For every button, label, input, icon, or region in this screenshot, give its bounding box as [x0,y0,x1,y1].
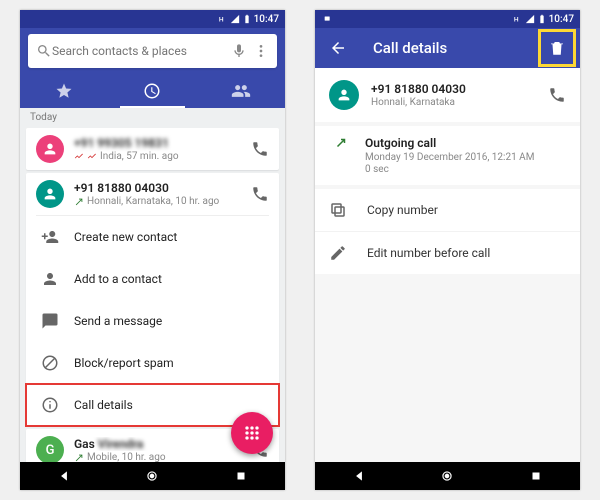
call-name-blur: Virendra [98,437,144,451]
contact-sub: Honnali, Karnataka [371,97,455,108]
avatar [36,135,64,163]
message-icon [41,312,59,330]
menu-add-contact[interactable]: Add to a contact [26,258,279,300]
menu-block-spam[interactable]: Block/report spam [26,342,279,384]
nav-bar [20,462,285,490]
details-content: +91 81880 04030 Honnali, Karnataka Outgo… [315,68,580,462]
action-label: Copy number [367,203,438,217]
phone-left: H 10:47 Today +91 99305 19831 [20,10,285,490]
appbar-title: Call details [373,39,540,57]
call-time: Monday 19 December 2016, 12:21 AM [365,152,566,163]
info-icon [41,396,59,414]
more-icon[interactable] [253,43,269,59]
phone-icon[interactable] [548,86,566,104]
call-sub: Mobile, 10 hr. ago [87,452,166,462]
edit-icon [329,244,347,262]
search-box[interactable] [28,34,277,68]
menu-label: Create new contact [74,230,269,244]
nav-recent-icon[interactable] [234,469,248,483]
section-today: Today [20,108,285,125]
action-edit-number[interactable]: Edit number before call [315,231,580,274]
outgoing-icon [74,453,84,463]
action-label: Edit number before call [367,246,490,260]
battery-icon [537,14,547,24]
call-duration: 0 sec [365,164,566,175]
back-button[interactable] [321,31,355,65]
person-icon [41,270,59,288]
tab-recents[interactable] [108,74,196,108]
tabs [20,74,285,108]
tab-contacts[interactable] [197,74,285,108]
signal-h-icon: H [218,14,228,24]
call-sub: India, 57 min. ago [100,151,179,162]
arrow-back-icon [329,39,347,57]
status-bar: H 10:47 [20,10,285,28]
person-icon [336,87,352,103]
clock-icon [143,82,161,100]
trash-icon [548,39,566,57]
call-type: Outgoing call [365,136,566,150]
menu-label: Call details [74,398,269,412]
app-bar: Call details [315,28,580,68]
call-sub: Honnali, Karnataka, 10 hr. ago [87,196,219,207]
phone-right: H 10:47 Call details +91 81880 04030 Hon… [315,10,580,490]
nav-bar [315,462,580,490]
person-add-icon [41,228,59,246]
nav-back-icon[interactable] [352,469,366,483]
nav-recent-icon[interactable] [529,469,543,483]
battery-icon [242,14,252,24]
nav-back-icon[interactable] [57,469,71,483]
search-input[interactable] [52,44,231,58]
call-record: Outgoing call Monday 19 December 2016, 1… [315,126,580,185]
app-header [20,28,285,108]
status-bar: H 10:47 [315,10,580,28]
signal-h-icon: H [513,14,523,24]
signal-icon [525,14,535,24]
missed-icon [87,152,97,162]
block-icon [41,354,59,372]
nav-home-icon[interactable] [440,469,454,483]
recents-content: Today +91 99305 19831 India, 57 min. ago [20,108,285,462]
menu-label: Add to a contact [74,272,269,286]
people-icon [231,81,251,101]
avatar: G [36,436,64,462]
copy-icon [329,201,347,219]
contact-header[interactable]: +91 81880 04030 Honnali, Karnataka [315,68,580,122]
star-icon [55,82,73,100]
search-icon [36,43,52,59]
call-entry-1[interactable]: +91 99305 19831 India, 57 min. ago [26,128,279,170]
contact-number: +91 81880 04030 [371,82,536,96]
outgoing-icon [335,137,347,149]
person-icon [42,141,58,157]
phone-icon[interactable] [251,185,269,203]
menu-label: Block/report spam [74,356,269,370]
tab-favorites[interactable] [20,74,108,108]
dialpad-icon [242,423,262,443]
menu-create-contact[interactable]: Create new contact [26,216,279,258]
avatar [329,80,359,110]
person-icon [42,186,58,202]
call-number: +91 99305 19831 [74,136,241,150]
signal-icon [230,14,240,24]
delete-button[interactable] [540,31,574,65]
svg-text:H: H [513,16,518,24]
menu-send-message[interactable]: Send a message [26,300,279,342]
svg-text:H: H [218,16,223,24]
nav-home-icon[interactable] [145,469,159,483]
outgoing-icon [74,197,84,207]
call-number: +91 81880 04030 [74,181,241,195]
menu-label: Send a message [74,314,269,328]
mic-icon[interactable] [231,43,247,59]
phone-icon[interactable] [251,140,269,158]
dialpad-fab[interactable] [231,412,273,454]
app-badge-icon [323,14,333,24]
avatar [36,180,64,208]
call-entry-2[interactable]: +91 81880 04030 Honnali, Karnataka, 10 h… [26,173,279,215]
status-time: 10:47 [254,14,279,25]
missed-icon [74,152,84,162]
call-name: Gas [74,437,98,451]
status-time: 10:47 [549,14,574,25]
action-copy-number[interactable]: Copy number [315,189,580,231]
